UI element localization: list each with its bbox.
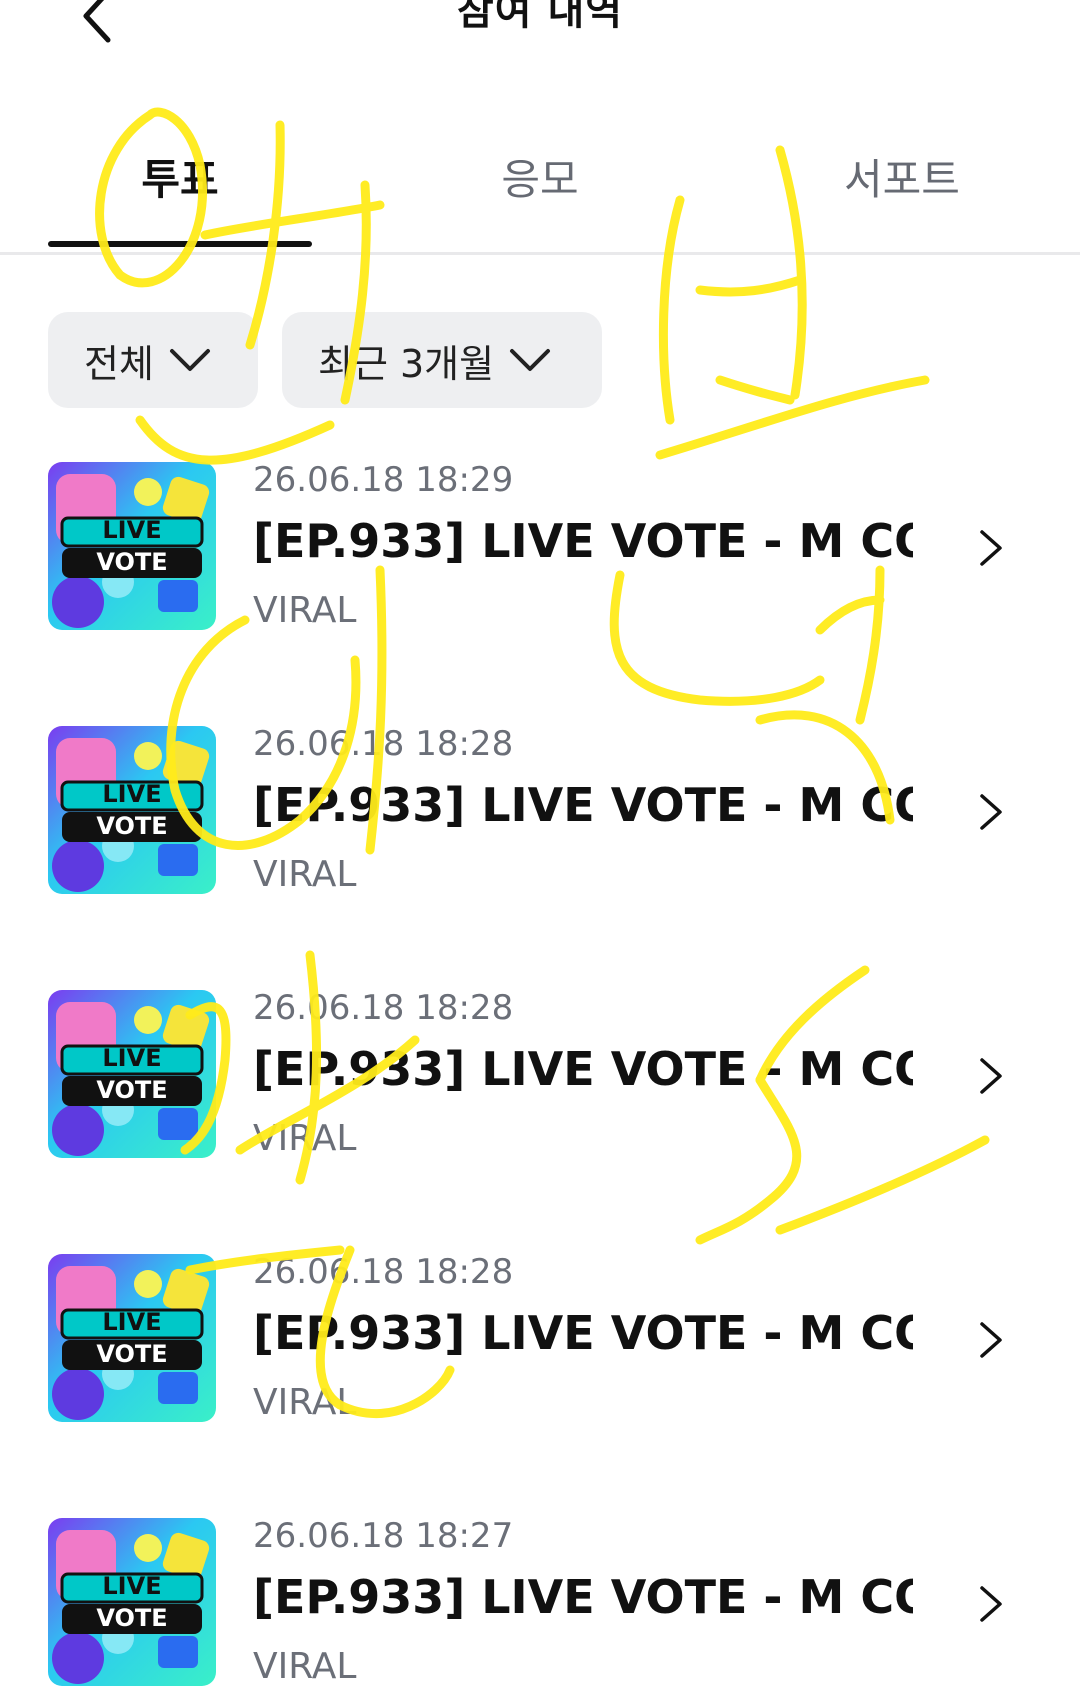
participation-history-screen: 참여 내역 투표 응모 서포트 전체 최근 3개월 LIVE VOTE 26.0… <box>0 0 1080 1691</box>
list-item[interactable]: LIVE VOTE 26.06.18 18:27 [EP.933] LIVE V… <box>0 1516 1080 1691</box>
tab-bar: 투표 응모 서포트 <box>0 140 1080 255</box>
chevron-right-icon <box>980 1058 1002 1094</box>
item-category: VIRAL <box>253 854 357 895</box>
item-category: VIRAL <box>253 1382 357 1423</box>
chevron-right-icon <box>980 794 1002 830</box>
thumbnail-text-vote: VOTE <box>96 1076 168 1104</box>
live-vote-thumbnail: LIVE VOTE <box>48 726 216 894</box>
item-title: [EP.933] LIVE VOTE - M CO... <box>253 778 913 832</box>
list-item[interactable]: LIVE VOTE 26.06.18 18:29 [EP.933] LIVE V… <box>0 460 1080 662</box>
item-date: 26.06.18 18:29 <box>253 460 514 500</box>
item-date: 26.06.18 18:28 <box>253 724 514 764</box>
item-category: VIRAL <box>253 1118 357 1159</box>
item-title: [EP.933] LIVE VOTE - M CO... <box>253 1306 913 1360</box>
item-title: [EP.933] LIVE VOTE - M CO... <box>253 1570 913 1624</box>
live-vote-thumbnail: LIVE VOTE <box>48 1518 216 1686</box>
page-title: 참여 내역 <box>456 0 624 34</box>
thumbnail-text-live: LIVE <box>102 1572 162 1600</box>
type-filter-dropdown[interactable]: 전체 <box>48 312 258 408</box>
tab-vote[interactable]: 투표 <box>48 146 312 207</box>
item-category: VIRAL <box>253 1646 357 1687</box>
item-title: [EP.933] LIVE VOTE - M CO... <box>253 514 913 568</box>
item-category: VIRAL <box>253 590 357 631</box>
chevron-right-icon <box>980 1322 1002 1358</box>
period-filter-dropdown[interactable]: 최근 3개월 <box>282 312 602 408</box>
thumbnail-text-live: LIVE <box>102 1044 162 1072</box>
item-title: [EP.933] LIVE VOTE - M CO... <box>253 1042 913 1096</box>
thumbnail-text-vote: VOTE <box>96 1340 168 1368</box>
thumbnail-text-live: LIVE <box>102 780 162 808</box>
type-filter-label: 전체 <box>84 341 154 386</box>
chevron-right-icon <box>980 530 1002 566</box>
list-item[interactable]: LIVE VOTE 26.06.18 18:28 [EP.933] LIVE V… <box>0 988 1080 1190</box>
list-item[interactable]: LIVE VOTE 26.06.18 18:28 [EP.933] LIVE V… <box>0 724 1080 926</box>
live-vote-thumbnail: LIVE VOTE <box>48 990 216 1158</box>
thumbnail-text-vote: VOTE <box>96 812 168 840</box>
thumbnail-text-vote: VOTE <box>96 1604 168 1632</box>
chevron-down-icon <box>510 349 551 371</box>
live-vote-thumbnail: LIVE VOTE <box>48 1254 216 1422</box>
thumbnail-text-vote: VOTE <box>96 548 168 576</box>
chevron-right-icon <box>980 1586 1002 1622</box>
thumbnail-text-live: LIVE <box>102 516 162 544</box>
period-filter-label: 최근 3개월 <box>318 341 495 386</box>
chevron-down-icon <box>169 349 210 371</box>
item-date: 26.06.18 18:28 <box>253 988 514 1028</box>
tab-support[interactable]: 서포트 <box>770 146 1034 207</box>
item-date: 26.06.18 18:27 <box>253 1516 514 1556</box>
thumbnail-text-live: LIVE <box>102 1308 162 1336</box>
header: 참여 내역 <box>0 0 1080 80</box>
tab-entry[interactable]: 응모 <box>408 146 672 207</box>
active-tab-indicator <box>48 241 312 247</box>
live-vote-thumbnail: LIVE VOTE <box>48 462 216 630</box>
list-item[interactable]: LIVE VOTE 26.06.18 18:28 [EP.933] LIVE V… <box>0 1252 1080 1454</box>
item-date: 26.06.18 18:28 <box>253 1252 514 1292</box>
